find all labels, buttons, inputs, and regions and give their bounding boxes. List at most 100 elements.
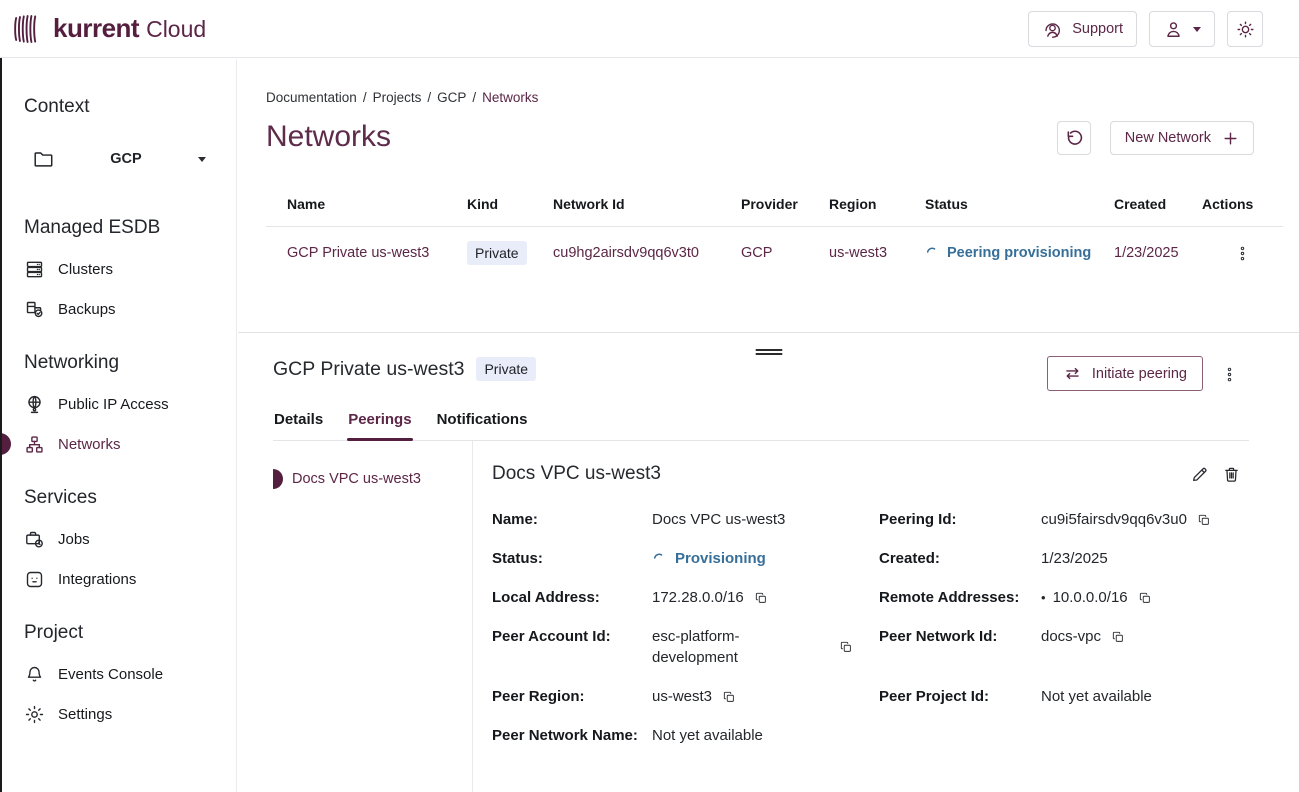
- field-value-created: 1/23/2025: [1041, 548, 1249, 569]
- breadcrumb-current: Networks: [482, 90, 538, 105]
- status-text: Provisioning: [675, 548, 766, 569]
- copy-peering-id-button[interactable]: [1197, 513, 1211, 527]
- breadcrumb-gcp[interactable]: GCP: [437, 90, 466, 105]
- list-bullet: •: [1041, 587, 1046, 608]
- sidebar-item-jobs[interactable]: Jobs: [24, 519, 236, 559]
- tab-peerings[interactable]: Peerings: [347, 411, 412, 440]
- support-label: Support: [1072, 21, 1123, 37]
- breadcrumb-documentation[interactable]: Documentation: [266, 90, 357, 105]
- copy-peer-network-id-button[interactable]: [1111, 630, 1125, 644]
- field-label-peer-project-id: Peer Project Id:: [879, 686, 1041, 707]
- breadcrumb: Documentation / Projects / GCP / Network…: [266, 90, 538, 105]
- table-header-row: Name Kind Network Id Provider Region Sta…: [266, 188, 1283, 227]
- peering-list-item[interactable]: Docs VPC us-west3: [273, 471, 472, 487]
- peer-region-text: us-west3: [652, 686, 712, 707]
- field-label-peer-network-id: Peer Network Id:: [879, 626, 1041, 647]
- peerings-list: Docs VPC us-west3: [273, 441, 473, 792]
- table-row[interactable]: GCP Private us-west3 Private cu9hg2airsd…: [266, 227, 1283, 279]
- sidebar-item-networks[interactable]: Networks: [24, 424, 236, 464]
- cell-region: us-west3: [829, 245, 925, 261]
- sidebar-item-public-ip-access[interactable]: Public IP Access: [24, 384, 236, 424]
- section-heading-project: Project: [24, 619, 236, 646]
- column-header-region: Region: [829, 196, 925, 212]
- peering-detail: Docs VPC us-west3 Name:: [473, 441, 1249, 792]
- copy-peer-region-button[interactable]: [722, 690, 736, 704]
- edit-peering-button[interactable]: [1190, 465, 1209, 484]
- window-left-edge: [0, 58, 2, 792]
- breadcrumb-separator: /: [363, 90, 367, 105]
- field-label-peering-id: Peering Id:: [879, 509, 1041, 530]
- refresh-icon: [1065, 129, 1084, 148]
- field-value-remote-addresses: • 10.0.0.0/16: [1041, 587, 1249, 608]
- context-selector[interactable]: GCP: [24, 140, 214, 178]
- theme-toggle-button[interactable]: [1227, 11, 1263, 47]
- sidebar-item-backups[interactable]: Backups: [24, 289, 236, 329]
- bell-icon: [24, 664, 45, 685]
- breadcrumb-projects[interactable]: Projects: [373, 90, 422, 105]
- cell-created: 1/23/2025: [1114, 245, 1202, 261]
- column-header-name: Name: [287, 196, 467, 212]
- copy-remote-address-button[interactable]: [1138, 591, 1152, 605]
- backups-icon: [24, 299, 45, 320]
- field-label-peer-network-name: Peer Network Name:: [492, 725, 652, 746]
- sidebar-item-label: Events Console: [58, 666, 163, 683]
- field-label-peer-region: Peer Region:: [492, 686, 652, 707]
- sidebar-item-label: Backups: [58, 301, 116, 318]
- tab-notifications[interactable]: Notifications: [436, 411, 529, 440]
- peer-network-id-text: docs-vpc: [1041, 626, 1101, 647]
- column-header-created: Created: [1114, 196, 1202, 212]
- sidebar-item-clusters[interactable]: Clusters: [24, 249, 236, 289]
- status-text: Peering provisioning: [947, 245, 1091, 261]
- network-detail-panel: GCP Private us-west3 Private Initiate pe…: [238, 332, 1299, 792]
- cell-name[interactable]: GCP Private us-west3: [287, 245, 467, 261]
- initiate-peering-button[interactable]: Initiate peering: [1047, 356, 1203, 391]
- support-icon: [1042, 19, 1063, 40]
- spinner-icon: [652, 552, 666, 566]
- row-actions-kebab-button[interactable]: [1231, 241, 1255, 265]
- peering-title: Docs VPC us-west3: [492, 463, 661, 485]
- sidebar-item-integrations[interactable]: Integrations: [24, 559, 236, 599]
- sidebar-item-label: Clusters: [58, 261, 113, 278]
- sidebar-item-label: Networks: [58, 436, 121, 453]
- peering-fields: Name: Docs VPC us-west3 Peering Id: cu9i…: [492, 509, 1249, 746]
- breadcrumb-separator: /: [427, 90, 431, 105]
- sidebar-item-label: Public IP Access: [58, 396, 169, 413]
- kurrent-cloud-logo[interactable]: kurrent Cloud: [14, 13, 206, 44]
- sidebar-item-label: Settings: [58, 706, 112, 723]
- copy-peer-account-id-button[interactable]: [839, 640, 853, 654]
- top-bar: kurrent Cloud Support: [0, 0, 1299, 58]
- sidebar-item-events-console[interactable]: Events Console: [24, 654, 236, 694]
- sidebar-item-label: Integrations: [58, 571, 136, 588]
- local-address-text: 172.28.0.0/16: [652, 587, 744, 608]
- user-menu-button[interactable]: [1149, 11, 1215, 47]
- copy-local-address-button[interactable]: [754, 591, 768, 605]
- field-value-peering-id: cu9i5fairsdv9qq6v3u0: [1041, 509, 1249, 530]
- panel-title: GCP Private us-west3: [273, 358, 464, 381]
- brand-name: kurrent: [53, 13, 139, 44]
- panel-resize-handle[interactable]: [753, 344, 784, 360]
- section-heading-services: Services: [24, 484, 236, 511]
- spinner-icon: [925, 246, 939, 260]
- field-value-status: Provisioning: [652, 548, 879, 569]
- chevron-down-icon: [1193, 27, 1201, 32]
- sidebar: Context GCP Managed ESDB Clusters: [0, 59, 237, 792]
- delete-peering-button[interactable]: [1222, 465, 1241, 484]
- globe-icon: [24, 394, 45, 415]
- folder-icon: [32, 148, 54, 170]
- clusters-icon: [24, 259, 45, 280]
- support-button[interactable]: Support: [1028, 11, 1137, 47]
- integrations-icon: [24, 569, 45, 590]
- cell-provider: GCP: [741, 245, 829, 261]
- peering-id-text: cu9i5fairsdv9qq6v3u0: [1041, 509, 1187, 530]
- panel-actions-kebab-button[interactable]: [1217, 362, 1241, 386]
- sidebar-item-settings[interactable]: Settings: [24, 694, 236, 734]
- trash-icon: [1222, 465, 1241, 484]
- refresh-button[interactable]: [1057, 121, 1091, 155]
- column-header-network-id: Network Id: [553, 196, 741, 212]
- field-label-remote-addresses: Remote Addresses:: [879, 587, 1041, 608]
- new-network-button[interactable]: New Network: [1110, 121, 1254, 155]
- tab-details[interactable]: Details: [273, 411, 324, 440]
- panel-kind-badge: Private: [476, 357, 536, 381]
- field-label-created: Created:: [879, 548, 1041, 569]
- app-window: kurrent Cloud Support: [0, 0, 1299, 792]
